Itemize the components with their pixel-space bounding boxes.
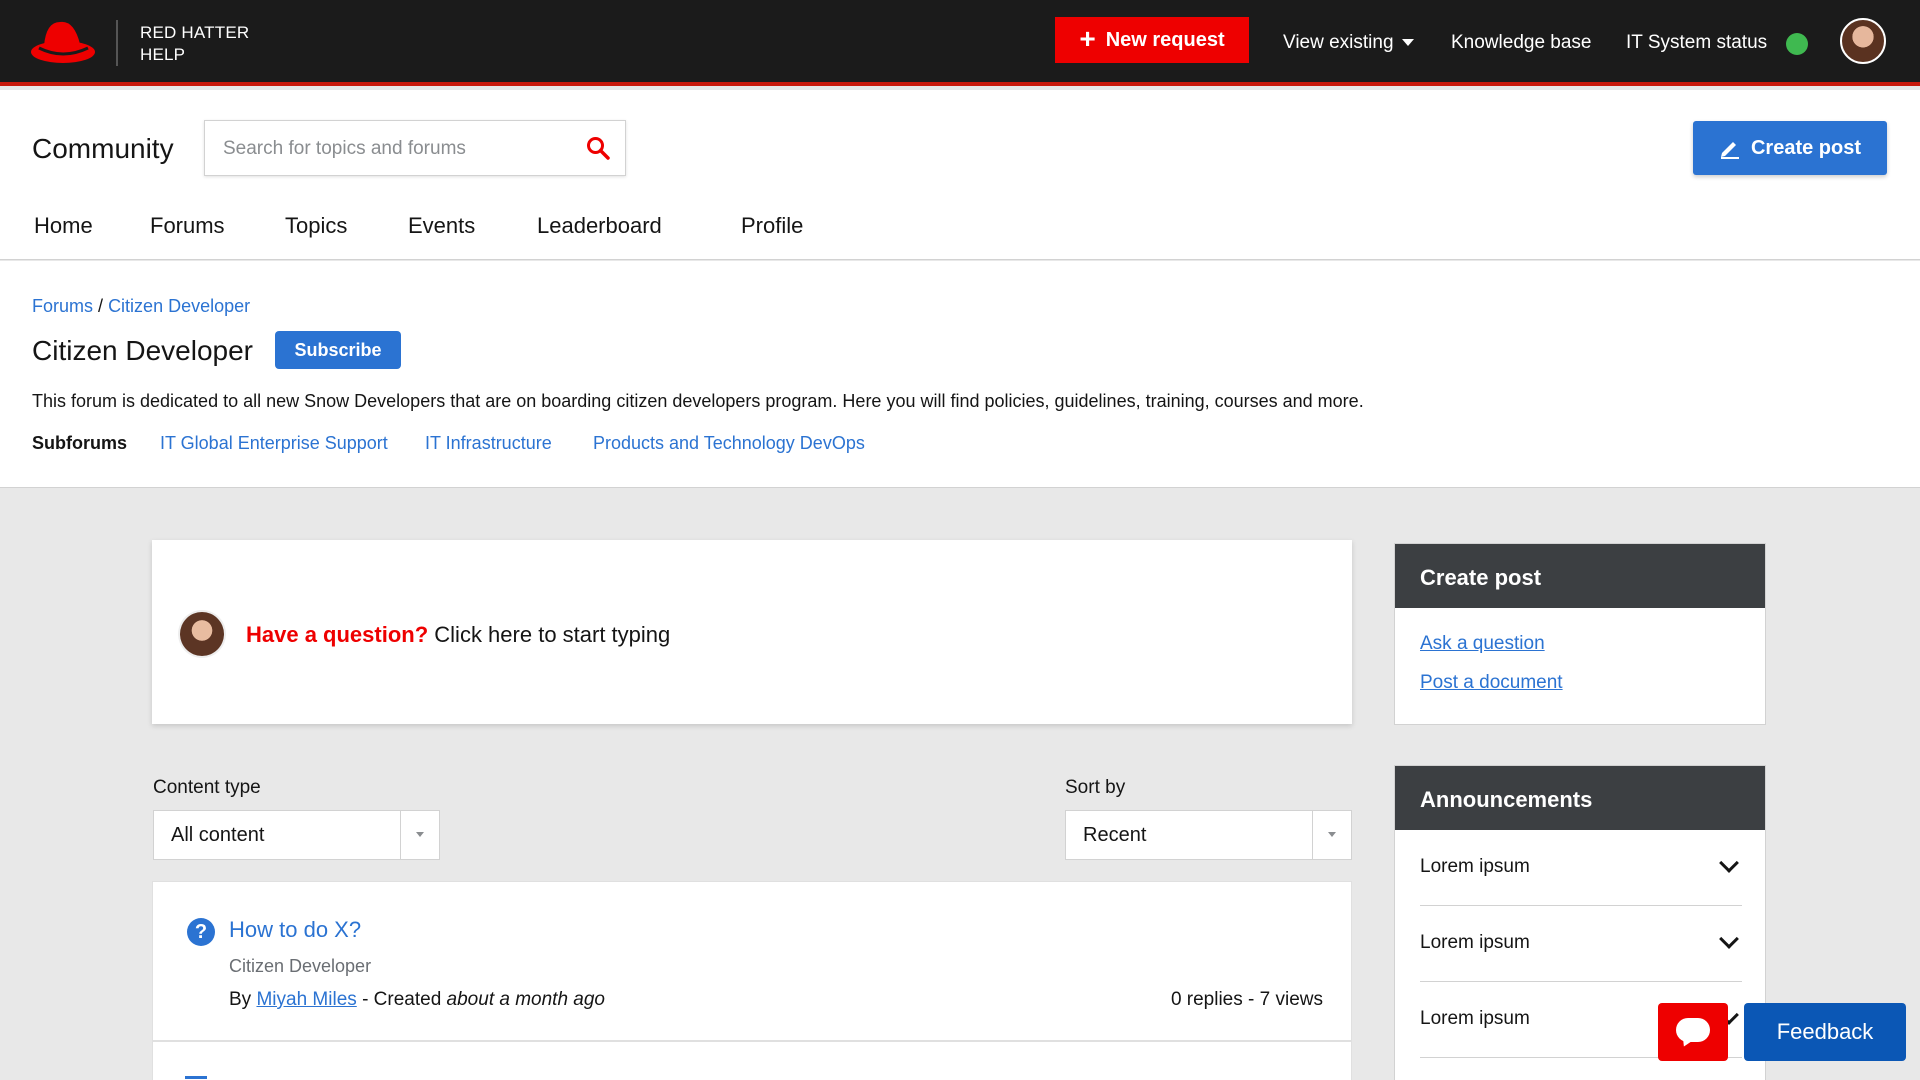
forum-title: Citizen Developer: [32, 335, 253, 366]
sort-by-select[interactable]: Recent: [1065, 810, 1352, 860]
chevron-down-icon: [1719, 853, 1739, 873]
create-post-label: Create post: [1750, 136, 1862, 159]
nav-profile[interactable]: Profile: [741, 213, 803, 239]
post-document-link[interactable]: Post a document: [1420, 672, 1563, 694]
status-indicator-icon: [1786, 33, 1808, 55]
feedback-button[interactable]: Feedback: [1744, 1003, 1906, 1061]
post-list-item[interactable]: [152, 1041, 1352, 1080]
post-meta: By Miyah Miles - Created about a month a…: [229, 989, 605, 1011]
question-circle-icon: ?: [187, 918, 215, 946]
chevron-down-icon: [1719, 929, 1739, 949]
subforum-link-it-global[interactable]: IT Global Enterprise Support: [160, 433, 388, 454]
nav-leaderboard[interactable]: Leaderboard: [537, 213, 662, 239]
content-type-value: All content: [171, 824, 265, 846]
community-title: Community: [32, 133, 174, 164]
knowledge-base-link[interactable]: Knowledge base: [1451, 32, 1592, 54]
search-box: [204, 120, 626, 176]
announcement-item[interactable]: Lorem ipsum: [1420, 906, 1742, 982]
forum-info-section: Forums / Citizen Developer Citizen Devel…: [0, 261, 1920, 488]
subforums-label: Subforums: [32, 433, 128, 453]
ask-question-link[interactable]: Ask a question: [1420, 633, 1545, 655]
question-placeholder: Click here to start typing: [434, 622, 671, 647]
brand-name[interactable]: RED HATTER HELP: [140, 22, 249, 66]
brand-line-1: RED HATTER: [140, 23, 250, 42]
question-accent: Have a question?: [246, 622, 429, 647]
announcement-text: Lorem ipsum: [1420, 932, 1530, 953]
select-divider: [1312, 811, 1313, 859]
avatar: [180, 612, 224, 656]
announcement-item[interactable]: Lorem ipsum: [1420, 830, 1742, 906]
announcement-text: Lorem ipsum: [1420, 1008, 1530, 1029]
logo-divider: [116, 20, 118, 66]
select-divider: [400, 811, 401, 859]
announcements-title: Announcements: [1395, 766, 1765, 830]
nav-home[interactable]: Home: [34, 213, 93, 239]
breadcrumb-forums-link[interactable]: Forums: [32, 296, 93, 316]
new-request-button[interactable]: + New request: [1055, 17, 1249, 63]
sidebar-create-post-title: Create post: [1395, 544, 1765, 608]
post-author-link[interactable]: Miyah Miles: [256, 989, 356, 1010]
ask-question-card[interactable]: Have a question? Click here to start typ…: [152, 540, 1352, 724]
breadcrumb: Forums / Citizen Developer: [32, 296, 250, 317]
content-type-select[interactable]: All content: [153, 810, 440, 860]
nav-events[interactable]: Events: [408, 213, 475, 239]
post-stats: 0 replies - 7 views: [1170, 989, 1323, 1010]
view-existing-label: View existing: [1283, 32, 1394, 53]
breadcrumb-separator: /: [98, 296, 104, 316]
post-list-item[interactable]: ? How to do X? Citizen Developer By Miya…: [152, 881, 1352, 1041]
subscribe-button[interactable]: Subscribe: [275, 331, 401, 369]
post-created: - Created: [362, 989, 442, 1010]
sort-by-value: Recent: [1083, 824, 1147, 846]
new-request-label: New request: [1105, 28, 1225, 51]
post-forum: Citizen Developer: [229, 956, 372, 976]
forum-description: This forum is dedicated to all new Snow …: [32, 391, 1364, 411]
red-hat-logo-icon[interactable]: [30, 16, 96, 66]
plus-icon: +: [1079, 22, 1096, 54]
search-icon[interactable]: [585, 135, 611, 161]
subforum-link-devops[interactable]: Products and Technology DevOps: [593, 433, 865, 454]
view-existing-dropdown[interactable]: View existing: [1283, 32, 1414, 54]
community-header: Community Create post Home Forums Topics…: [0, 90, 1920, 260]
user-avatar[interactable]: [1840, 18, 1886, 64]
it-system-status-link[interactable]: IT System status: [1626, 32, 1767, 54]
breadcrumb-current-link[interactable]: Citizen Developer: [108, 296, 250, 316]
announcement-text: Lorem ipsum: [1420, 856, 1530, 877]
nav-forums[interactable]: Forums: [150, 213, 225, 239]
caret-down-icon: [1401, 39, 1414, 47]
document-icon: [185, 1076, 207, 1080]
top-navbar: RED HATTER HELP + New request View exist…: [0, 0, 1920, 86]
pencil-icon: [1720, 142, 1739, 159]
sort-by-label: Sort by: [1065, 777, 1126, 798]
sidebar-create-post-card: Create post Ask a question Post a docume…: [1394, 543, 1766, 725]
content-type-label: Content type: [153, 777, 261, 798]
post-by: By: [229, 989, 252, 1010]
question-prompt[interactable]: Have a question? Click here to start typ…: [246, 622, 670, 648]
post-created-ago: about a month ago: [446, 989, 606, 1010]
brand-line-2: HELP: [140, 45, 186, 64]
post-title[interactable]: How to do X?: [229, 917, 361, 943]
subforum-link-it-infrastructure[interactable]: IT Infrastructure: [425, 433, 552, 454]
nav-topics[interactable]: Topics: [285, 213, 347, 239]
search-input[interactable]: [223, 135, 563, 163]
chat-button[interactable]: [1658, 1003, 1728, 1061]
caret-down-icon: [1328, 832, 1336, 837]
create-post-button[interactable]: Create post: [1693, 121, 1887, 175]
caret-down-icon: [416, 832, 424, 837]
